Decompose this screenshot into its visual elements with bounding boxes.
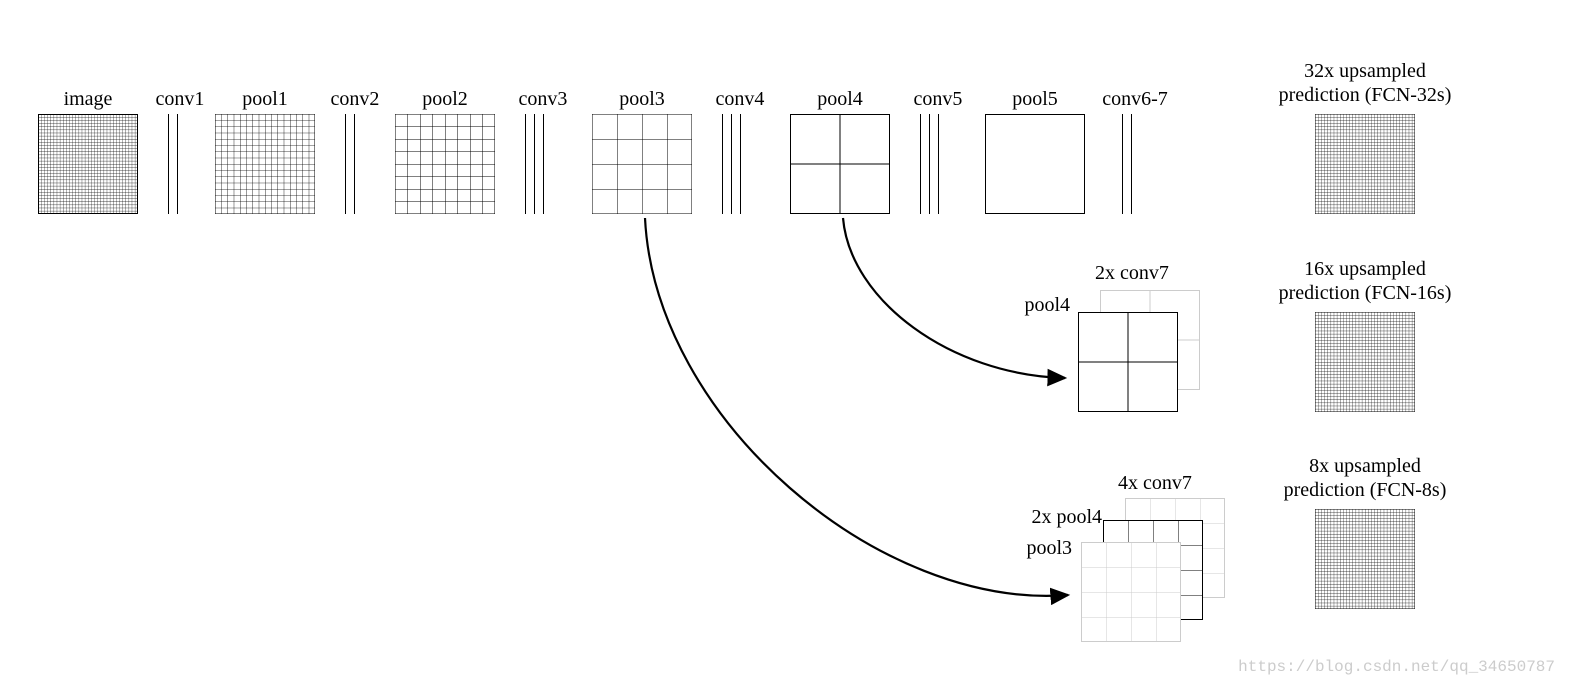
watermark: https://blog.csdn.net/qq_34650787	[1238, 658, 1555, 676]
fuse16-front	[1078, 312, 1178, 412]
output-fcn16s	[1315, 312, 1415, 412]
block-conv5	[920, 114, 939, 214]
label-p32-line1: 32x upsampled	[1250, 60, 1480, 83]
fuse8-front	[1081, 542, 1181, 642]
block-pool4	[790, 114, 890, 214]
label-fuse8-bot: pool3	[1012, 537, 1072, 560]
block-image	[38, 114, 138, 214]
block-conv2	[345, 114, 355, 214]
label-p8-line1: 8x upsampled	[1250, 455, 1480, 478]
label-conv3: conv3	[503, 88, 583, 111]
label-pool1: pool1	[215, 88, 315, 111]
label-conv4: conv4	[700, 88, 780, 111]
label-fuse16-top: 2x conv7	[1095, 262, 1169, 285]
label-p32-line2: prediction (FCN-32s)	[1250, 84, 1480, 107]
label-image: image	[38, 88, 138, 111]
block-pool1	[215, 114, 315, 214]
label-conv67: conv6-7	[1090, 88, 1180, 111]
label-conv2: conv2	[320, 88, 390, 111]
block-conv1	[168, 114, 178, 214]
block-conv3	[525, 114, 544, 214]
block-pool2	[395, 114, 495, 214]
output-fcn32s	[1315, 114, 1415, 214]
label-p16-line1: 16x upsampled	[1250, 258, 1480, 281]
block-pool3	[592, 114, 692, 214]
output-fcn8s	[1315, 509, 1415, 609]
block-conv67	[1122, 114, 1132, 214]
label-fuse16-left: pool4	[1010, 294, 1070, 317]
label-conv5: conv5	[898, 88, 978, 111]
label-p16-line2: prediction (FCN-16s)	[1250, 282, 1480, 305]
label-pool3: pool3	[592, 88, 692, 111]
fcn-diagram: image conv1 pool1 conv2 pool2 conv3 pool…	[0, 0, 1575, 686]
block-conv4	[722, 114, 741, 214]
label-pool5: pool5	[985, 88, 1085, 111]
label-fuse8-top: 4x conv7	[1118, 472, 1192, 495]
label-pool2: pool2	[395, 88, 495, 111]
label-conv1: conv1	[145, 88, 215, 111]
label-fuse8-mid: 2x pool4	[1012, 506, 1102, 529]
label-p8-line2: prediction (FCN-8s)	[1250, 479, 1480, 502]
label-pool4: pool4	[790, 88, 890, 111]
block-pool5	[985, 114, 1085, 214]
